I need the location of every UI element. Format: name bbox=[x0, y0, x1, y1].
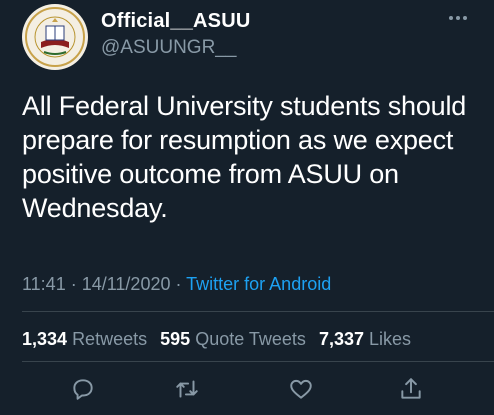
union-seal-logo bbox=[23, 5, 87, 69]
tweet-detail: Official__ASUU @ASUUNGR__ All Federal Un… bbox=[0, 0, 494, 415]
share-icon[interactable] bbox=[398, 376, 424, 402]
retweets-stat[interactable]: 1,334 Retweets bbox=[22, 329, 155, 349]
retweet-icon[interactable] bbox=[174, 376, 200, 402]
tweet-source-link[interactable]: Twitter for Android bbox=[186, 274, 331, 294]
divider bbox=[22, 311, 494, 312]
tweet-meta: 11:41 · 14/11/2020 · Twitter for Android bbox=[22, 274, 331, 295]
avatar[interactable] bbox=[22, 4, 88, 70]
author-name[interactable]: Official__ASUU bbox=[101, 10, 251, 33]
tweet-date[interactable]: 14/11/2020 bbox=[82, 274, 171, 294]
quotes-count: 595 bbox=[160, 329, 191, 349]
tweet-time[interactable]: 11:41 bbox=[22, 274, 66, 294]
like-icon[interactable] bbox=[288, 376, 314, 402]
retweets-count: 1,334 bbox=[22, 329, 68, 349]
likes-label: Likes bbox=[369, 329, 412, 349]
tweet-stats: 1,334 Retweets 595 Quote Tweets 7,337 Li… bbox=[22, 329, 419, 350]
retweets-label: Retweets bbox=[72, 329, 148, 349]
reply-icon[interactable] bbox=[70, 376, 96, 402]
quote-tweets-stat[interactable]: 595 Quote Tweets bbox=[160, 329, 314, 349]
divider bbox=[22, 361, 494, 362]
quotes-label: Quote Tweets bbox=[195, 329, 306, 349]
meta-separator: · bbox=[65, 274, 82, 294]
likes-stat[interactable]: 7,337 Likes bbox=[319, 329, 419, 349]
likes-count: 7,337 bbox=[318, 329, 364, 349]
author-handle[interactable]: @ASUUNGR__ bbox=[101, 37, 236, 59]
tweet-text: All Federal University students should p… bbox=[22, 91, 467, 223]
meta-separator: · bbox=[170, 274, 187, 294]
more-options-icon[interactable] bbox=[446, 8, 470, 28]
